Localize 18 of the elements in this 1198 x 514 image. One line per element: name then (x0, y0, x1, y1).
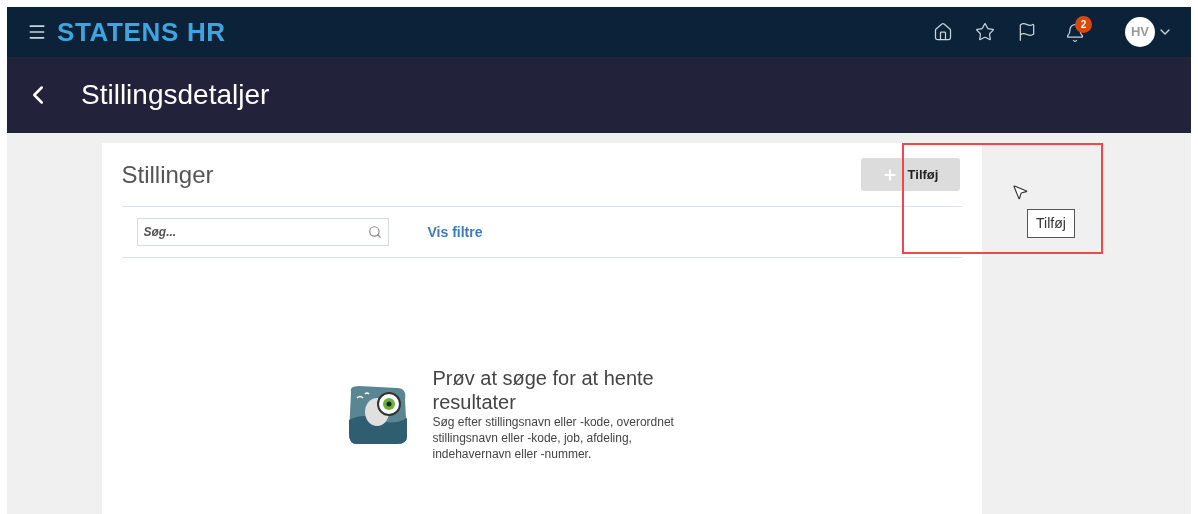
menu-icon[interactable] (27, 22, 47, 42)
cursor-icon (1011, 183, 1029, 201)
search-icon (367, 225, 382, 239)
empty-state-heading: Prøv at søge for at hente resultater (432, 366, 655, 414)
tooltip: Tilføj (1027, 209, 1075, 238)
notification-badge: 2 (1075, 16, 1092, 33)
search-input[interactable]: Søg... (143, 223, 368, 241)
search-field[interactable]: Søg... (136, 218, 389, 246)
star-icon[interactable] (975, 22, 995, 42)
add-button[interactable]: Tilføj (860, 158, 960, 191)
home-icon[interactable] (933, 22, 953, 42)
brand-logo[interactable]: STATENS HR (57, 12, 226, 52)
plus-icon (881, 166, 898, 183)
flag-icon[interactable] (1017, 22, 1037, 42)
empty-state-description: Søg efter stillingsnavn eller -kode, overordnet stillingsnavn eller -kode, job, afdeling, indehavernavn eller -nummer. (432, 414, 675, 462)
filter-link[interactable]: Vis filtre (427, 221, 483, 243)
card-title: Stillinger (121, 159, 214, 190)
page-title: Stillingsdetaljer (81, 78, 270, 112)
